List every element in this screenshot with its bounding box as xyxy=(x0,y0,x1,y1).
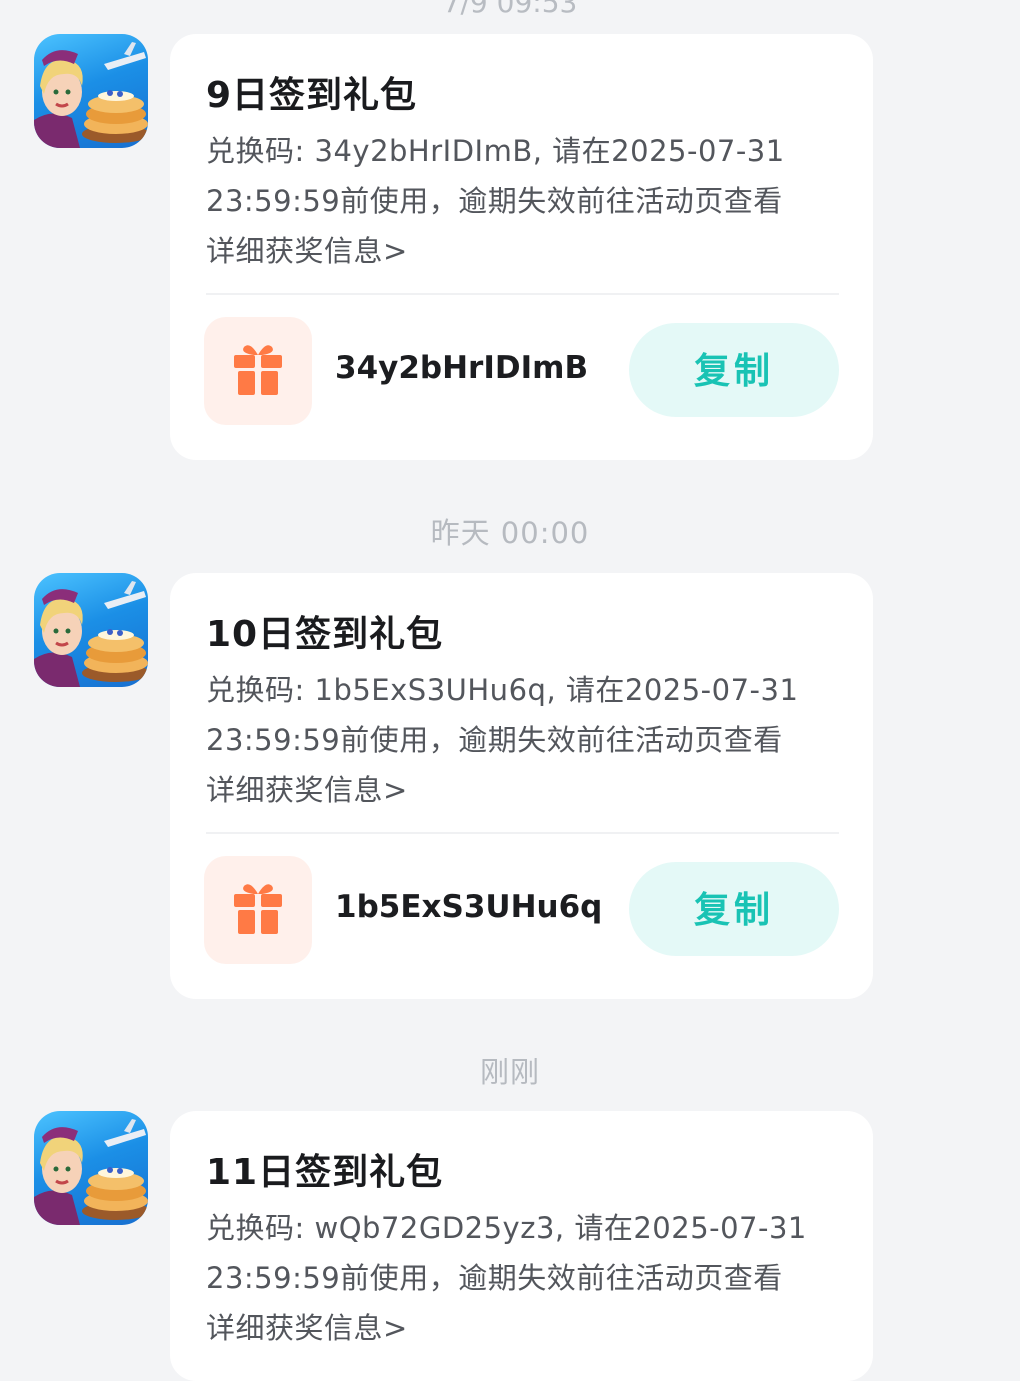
gift-icon xyxy=(234,345,282,395)
detail-link[interactable]: 详细获奖信息> xyxy=(206,234,408,268)
gift-icon-box xyxy=(204,856,312,964)
copy-button[interactable]: 复制 xyxy=(629,323,839,417)
game-avatar-icon[interactable] xyxy=(34,573,148,687)
card-description: 兑换码: 1b5ExS3UHu6q, 请在2025-07-31 23:59:59… xyxy=(206,673,799,807)
game-avatar-icon[interactable] xyxy=(34,1111,148,1225)
card-title: 9日签到礼包 xyxy=(206,75,418,116)
copy-button[interactable]: 复制 xyxy=(629,862,839,956)
gift-card: 9日签到礼包 兑换码: 34y2bHrIDImB, 请在2025-07-31 2… xyxy=(170,34,873,460)
detail-link[interactable]: 详细获奖信息> xyxy=(206,773,408,807)
time-label: 昨天 00:00 xyxy=(430,516,590,550)
message-item: 10日签到礼包 兑换码: 1b5ExS3UHu6q, 请在2025-07-31 … xyxy=(0,573,1020,999)
gift-card: 10日签到礼包 兑换码: 1b5ExS3UHu6q, 请在2025-07-31 … xyxy=(170,573,873,999)
divider xyxy=(206,832,839,834)
gift-card: 11日签到礼包 兑换码: wQb72GD25yz3, 请在2025-07-31 … xyxy=(170,1111,873,1381)
message-item: 11日签到礼包 兑换码: wQb72GD25yz3, 请在2025-07-31 … xyxy=(0,1111,1020,1381)
card-description: 兑换码: wQb72GD25yz3, 请在2025-07-31 23:59:59… xyxy=(206,1211,807,1345)
top-time-label: 7/9 09:53 xyxy=(442,0,578,19)
game-avatar-icon[interactable] xyxy=(34,34,148,148)
card-title: 11日签到礼包 xyxy=(206,1152,444,1193)
card-title: 10日签到礼包 xyxy=(206,614,444,655)
divider xyxy=(206,293,839,295)
message-item: 9日签到礼包 兑换码: 34y2bHrIDImB, 请在2025-07-31 2… xyxy=(0,34,1020,460)
gift-icon xyxy=(234,884,282,934)
time-label: 刚刚 xyxy=(479,1055,540,1089)
card-description: 兑换码: 34y2bHrIDImB, 请在2025-07-31 23:59:59… xyxy=(206,134,785,268)
gift-icon-box xyxy=(204,317,312,425)
gift-code: 1b5ExS3UHu6q xyxy=(335,889,603,925)
detail-link[interactable]: 详细获奖信息> xyxy=(206,1311,408,1345)
gift-code: 34y2bHrIDImB xyxy=(335,350,589,386)
